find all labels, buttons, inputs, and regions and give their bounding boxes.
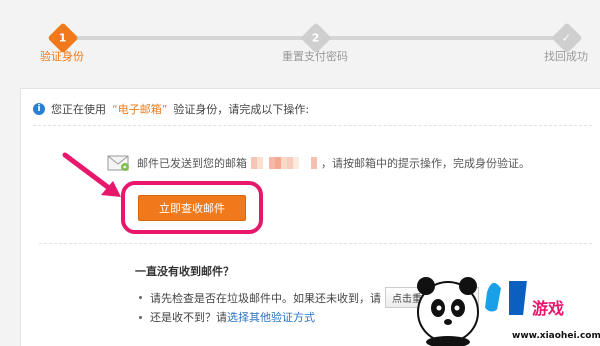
help-item: 还是收不到？请 选择其他验证方式 [139, 309, 315, 325]
mail-sent-message: 邮件已发送到您的邮箱 ，请按邮箱中的提示操作，完成身份验证。 [107, 155, 530, 171]
step-3-label: 找回成功 [544, 50, 588, 63]
step-2-label: 重置支付密码 [282, 50, 348, 63]
step-1-label: 验证身份 [40, 50, 84, 63]
info-icon: i [33, 103, 45, 115]
info-message: i 您正在使用 “电子邮箱” 验证身份，请完成以下操作: [33, 101, 309, 117]
site-watermark: 游戏 www.xiaohei.com [408, 262, 600, 346]
verify-method: “电子邮箱” [112, 103, 168, 116]
divider [33, 125, 592, 126]
divider [39, 243, 592, 244]
check-mail-button[interactable]: 立即查收邮件 [138, 195, 246, 221]
step-connector [325, 36, 565, 40]
watermark-url: www.xiaohei.com [512, 331, 600, 341]
step-connector [63, 36, 303, 40]
masked-email [251, 157, 317, 169]
panda-logo-icon: 游戏 www.xiaohei.com [417, 277, 600, 346]
svg-text:游戏: 游戏 [532, 299, 564, 318]
progress-steps: 1 验证身份 2 重置支付密码 ✓ 找回成功 [0, 0, 600, 80]
other-method-link[interactable]: 选择其他验证方式 [227, 309, 315, 325]
help-title: 一直没有收到邮件？ [135, 265, 234, 278]
